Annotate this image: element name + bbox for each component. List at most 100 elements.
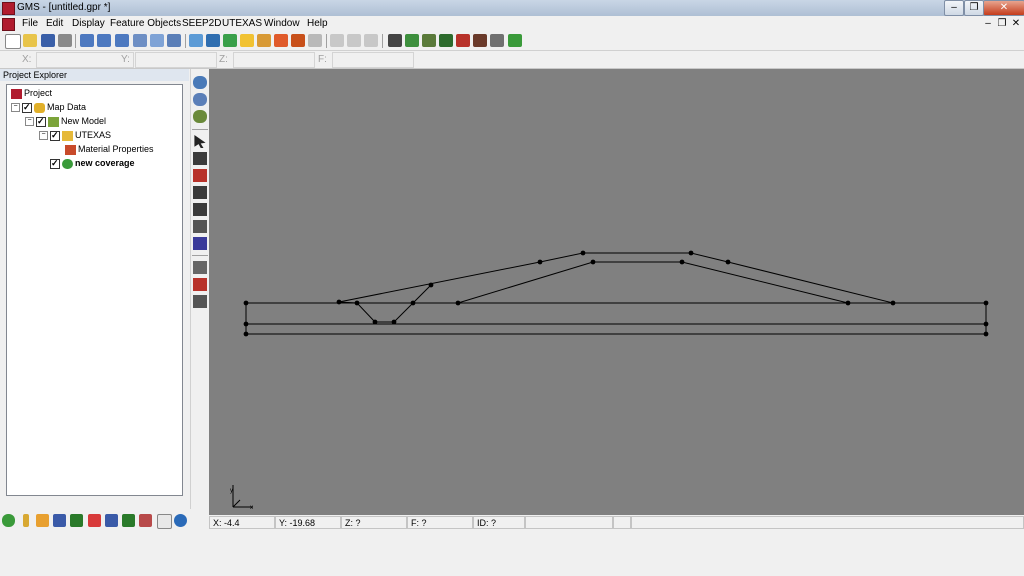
2d-mesh-module-icon[interactable] [53, 514, 66, 527]
utexas-analysis-icon[interactable] [439, 34, 453, 47]
merge-icon[interactable] [364, 34, 378, 47]
f-value-input[interactable] [332, 52, 414, 68]
coverage-node[interactable] [455, 300, 461, 306]
menu-window[interactable]: Window [264, 18, 300, 29]
view-front-icon[interactable] [80, 34, 94, 47]
graphics-window[interactable]: y x [209, 69, 1024, 515]
seep2d-read-icon[interactable] [422, 34, 436, 47]
zoom-icon[interactable] [167, 34, 181, 47]
lighting-icon[interactable] [240, 34, 254, 47]
menu-display[interactable]: Display [72, 18, 105, 29]
select-node-icon[interactable] [193, 169, 207, 182]
collapse-map-data-icon[interactable]: − [11, 103, 20, 112]
create-arc-icon[interactable] [193, 278, 207, 291]
close-button[interactable]: ✕ [983, 0, 1024, 16]
create-vertex-icon[interactable] [193, 295, 207, 308]
menu-utexas[interactable]: UTEXAS [222, 18, 262, 29]
tree-node-new-coverage[interactable]: new coverage [50, 157, 135, 169]
coverage-node[interactable] [243, 331, 249, 337]
utexas-checkbox[interactable] [50, 129, 60, 141]
coverage-node[interactable] [890, 300, 896, 306]
coverage-node[interactable] [983, 300, 989, 306]
coverage-node[interactable] [580, 250, 586, 256]
3d-scatter-module-icon[interactable] [139, 514, 152, 527]
contour-icon[interactable] [257, 34, 271, 47]
collapse-new-model-icon[interactable]: − [25, 117, 34, 126]
copy-icon[interactable] [330, 34, 344, 47]
solid-module-icon[interactable] [36, 514, 49, 527]
coverage-node[interactable] [845, 300, 851, 306]
rotate-icon[interactable] [150, 34, 164, 47]
coverage-node[interactable] [725, 259, 731, 265]
mdi-close-button[interactable]: ✕ [1010, 18, 1022, 29]
coverage-node[interactable] [537, 259, 543, 265]
coverage-arc[interactable] [245, 303, 987, 335]
x-coord-input[interactable] [36, 52, 134, 68]
coverage-node[interactable] [679, 259, 685, 265]
pan-icon[interactable] [193, 76, 207, 89]
new-coverage-checkbox[interactable] [50, 157, 60, 169]
legend-icon[interactable] [291, 34, 305, 47]
menu-feature-objects[interactable]: Feature Objects [110, 18, 181, 29]
tree-node-material-properties[interactable]: Material Properties [63, 143, 154, 155]
coverage-arcs[interactable] [245, 252, 987, 335]
coverage-arc[interactable] [457, 261, 849, 304]
minimize-button[interactable]: – [944, 0, 964, 16]
gis-module-icon[interactable] [174, 514, 187, 527]
select-vertex-icon[interactable] [193, 186, 207, 199]
open-icon[interactable] [23, 34, 37, 47]
coverage-node[interactable] [336, 299, 342, 305]
view-side-icon[interactable] [97, 34, 111, 47]
select-point-icon[interactable] [193, 152, 207, 165]
map-module-icon[interactable] [157, 514, 172, 529]
map-data-checkbox[interactable] [22, 101, 32, 113]
select-arc-group-icon[interactable] [193, 237, 207, 250]
3d-grid-module-icon[interactable] [122, 514, 135, 527]
seep2d-mesh-icon[interactable] [388, 34, 402, 47]
oblique-view-icon[interactable] [133, 34, 147, 47]
coverage-node[interactable] [983, 321, 989, 327]
coverage-node[interactable] [590, 259, 596, 265]
menu-help[interactable]: Help [307, 18, 328, 29]
view-top-icon[interactable] [115, 34, 129, 47]
new-icon[interactable] [5, 34, 21, 49]
2d-scatter-module-icon[interactable] [88, 514, 101, 527]
coverage-node[interactable] [372, 319, 378, 325]
collapse-utexas-icon[interactable]: − [39, 131, 48, 140]
y-coord-input[interactable] [135, 52, 217, 68]
tree-node-project[interactable]: Project [9, 87, 52, 99]
tin-module-icon[interactable] [2, 514, 15, 527]
gms-app-icon[interactable] [2, 2, 15, 15]
coverage-geometry[interactable]: y x [209, 69, 1024, 515]
coverage-node[interactable] [391, 319, 397, 325]
select-polygon-icon[interactable] [193, 220, 207, 233]
rotate-tool-icon[interactable] [193, 110, 207, 123]
document-icon[interactable] [2, 18, 15, 31]
2d-grid-module-icon[interactable] [70, 514, 83, 527]
save-icon[interactable] [41, 34, 55, 47]
dam-wizard-icon[interactable] [508, 34, 522, 47]
coverage-arc[interactable] [338, 252, 894, 304]
mdi-minimize-button[interactable]: – [982, 18, 994, 29]
frame-icon[interactable] [223, 34, 237, 47]
utexas-read-icon[interactable] [473, 34, 487, 47]
tree-node-new-model[interactable]: New Model [36, 115, 106, 127]
3d-mesh-module-icon[interactable] [105, 514, 118, 527]
coverage-node[interactable] [410, 300, 416, 306]
coverage-node[interactable] [243, 321, 249, 327]
display-options-icon[interactable] [189, 34, 203, 47]
slip-surface-icon[interactable] [490, 34, 504, 47]
select-arc-icon[interactable] [193, 203, 207, 216]
paste-icon[interactable] [347, 34, 361, 47]
restore-button[interactable]: ❐ [964, 0, 984, 16]
coverage-node[interactable] [983, 331, 989, 337]
project-tree[interactable]: Project − Map Data − New Model − UTEXAS … [6, 84, 183, 496]
menu-seep2d[interactable]: SEEP2D [182, 18, 221, 29]
coverage-node[interactable] [688, 250, 694, 256]
new-model-checkbox[interactable] [36, 115, 46, 127]
menu-file[interactable]: File [22, 18, 38, 29]
borehole-module-icon[interactable] [23, 514, 29, 527]
properties-icon[interactable] [308, 34, 322, 47]
print-icon[interactable] [58, 34, 72, 47]
zoom-tool-icon[interactable] [193, 93, 207, 106]
